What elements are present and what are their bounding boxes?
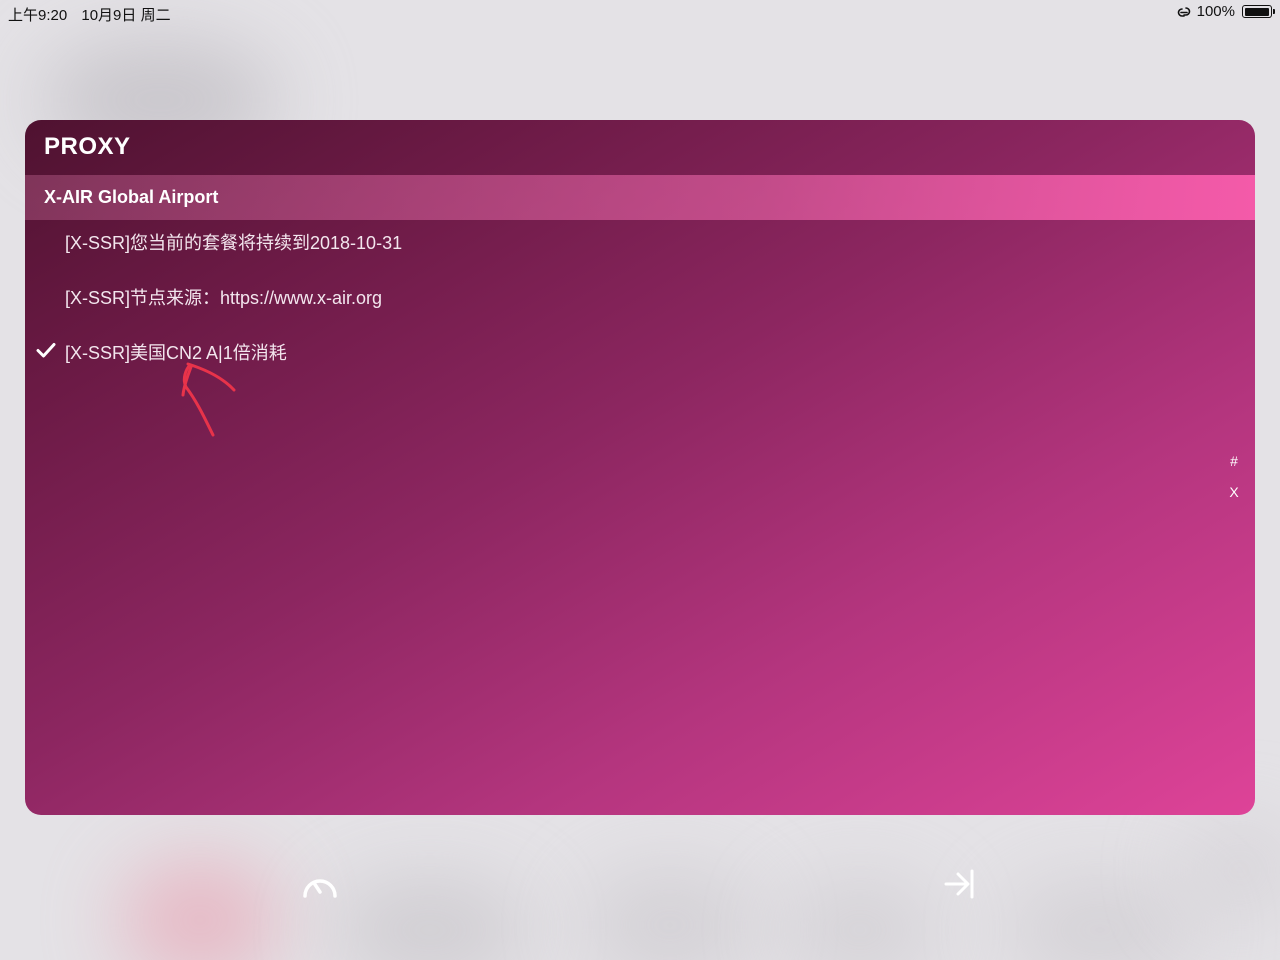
index-entry[interactable]: X — [1227, 481, 1241, 512]
skip-to-end-icon[interactable] — [940, 866, 980, 906]
widget-title: PROXY — [44, 133, 131, 160]
section-index-bar[interactable]: # X — [1227, 450, 1241, 512]
proxy-item[interactable]: [X-SSR]节点来源：https://www.x-air.org — [25, 274, 1205, 314]
proxy-group-header[interactable]: X-AIR Global Airport — [25, 175, 1255, 220]
checkmark-icon — [36, 343, 56, 358]
battery-level — [1244, 7, 1269, 16]
status-right: 100% — [1175, 3, 1275, 20]
background-blur — [1180, 820, 1280, 920]
background-blur — [780, 880, 940, 960]
background-blur — [330, 880, 530, 960]
speedometer-icon[interactable] — [300, 866, 340, 906]
proxy-group-name: X-AIR Global Airport — [44, 187, 219, 207]
background-blur — [580, 870, 760, 960]
status-date: 10月9日 周二 — [81, 7, 171, 24]
proxy-item[interactable]: [X-SSR]您当前的套餐将持续到2018-10-31 — [25, 219, 1205, 259]
status-bar: 上午9:20 10月9日 周二 100% — [0, 0, 1280, 26]
background-blur — [1000, 880, 1200, 960]
battery-percent: 100% — [1196, 3, 1235, 20]
link-icon — [1177, 6, 1190, 17]
status-time: 上午9:20 — [8, 7, 68, 24]
background-blur — [120, 860, 280, 960]
status-left: 上午9:20 10月9日 周二 — [8, 4, 181, 25]
proxy-item-label: [X-SSR]节点来源：https://www.x-air.org — [65, 288, 383, 308]
battery-icon — [1242, 5, 1275, 18]
proxy-item-label: [X-SSR]您当前的套餐将持续到2018-10-31 — [65, 233, 403, 253]
red-arrow-annotation — [181, 362, 236, 437]
proxy-widget: PROXY X-AIR Global Airport [X-SSR]您当前的套餐… — [25, 120, 1255, 815]
index-entry[interactable]: # — [1227, 450, 1241, 481]
